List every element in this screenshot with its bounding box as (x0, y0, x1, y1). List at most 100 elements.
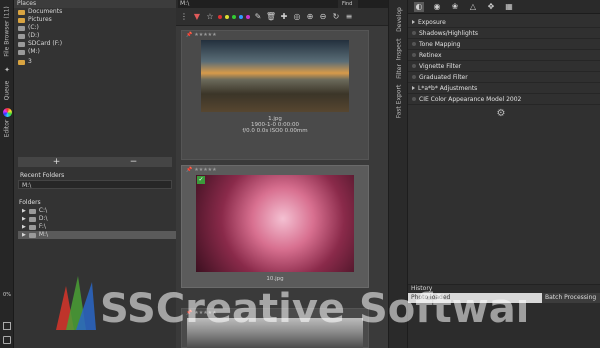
pin-icon: 📌 (186, 32, 193, 38)
pin-icon: 📌 (186, 310, 193, 316)
thumbnail-3[interactable]: 📌 ★★★★★ (181, 308, 369, 348)
place-drive-f[interactable]: SDCard (F:) (14, 40, 176, 48)
add-place-button[interactable]: + (18, 157, 95, 167)
color-label-yellow[interactable] (225, 14, 229, 19)
folder-icon (18, 17, 25, 23)
tool-graduated-filter[interactable]: Graduated Filter (408, 72, 600, 83)
color-label-red[interactable] (218, 14, 222, 19)
exif-filter-icon[interactable]: ◎ (292, 12, 302, 22)
folder-icon (18, 9, 25, 15)
transform-tab-icon[interactable]: ✥ (486, 2, 496, 12)
tab-develop[interactable]: Develop (392, 2, 406, 36)
color-tab-icon[interactable]: ❀ (450, 2, 460, 12)
power-icon[interactable] (412, 53, 416, 57)
detail-tab-icon[interactable]: ◉ (432, 2, 442, 12)
folder-tree-c[interactable]: ▶ C:\ (18, 207, 176, 215)
color-label-blue[interactable] (239, 14, 243, 19)
places-list: Documents Pictures (C:) (D:) SDCard (F:)… (14, 8, 176, 66)
folder-icon (18, 59, 25, 65)
tab-queue[interactable]: Queue (0, 76, 14, 104)
edited-filter-icon[interactable]: ✎ (253, 12, 263, 22)
filter-toggle-icon[interactable]: ⋮ (179, 12, 189, 22)
tool-lab-adjustments[interactable]: L*a*b* Adjustments (408, 83, 600, 94)
place-drive-d[interactable]: (D:) (14, 32, 176, 40)
progress-percent: 0% (3, 292, 11, 298)
options-gear-icon[interactable]: ⚙ (492, 108, 510, 122)
power-icon[interactable] (412, 97, 416, 101)
zoom-in-icon[interactable]: ⊕ (305, 12, 315, 22)
history-row[interactable]: Photo loaded (408, 293, 542, 303)
left-tab-strip: File Browser (11) ✦ Queue Editor 0% (0, 0, 14, 348)
color-label-green[interactable] (232, 14, 236, 19)
remove-place-button[interactable]: − (95, 157, 172, 167)
folder-tree-f[interactable]: ▶ F:\ (18, 223, 176, 231)
thumbnail-1[interactable]: 📌 ★★★★★ 1.jpg 1900-1-0 0:00:00 f/0.0 0.0s… (181, 30, 369, 160)
recent-folders-select[interactable]: M:\ (18, 180, 172, 189)
preferences-icon[interactable] (3, 322, 11, 330)
trash-icon[interactable]: 🗑 (266, 12, 276, 22)
folder-tree-m[interactable]: ▶ M:\ (18, 231, 176, 239)
browser-toolbar: ⋮ ▼ ☆ ✎ 🗑 ✚ ◎ ⊕ ⊖ ↻ ≡ (176, 8, 388, 26)
color-label-purple[interactable] (246, 14, 250, 19)
rotate-icon[interactable]: ↻ (331, 12, 341, 22)
tool-ciecam02[interactable]: CIE Color Appearance Model 2002 (408, 94, 600, 105)
zoom-out-icon[interactable]: ⊖ (318, 12, 328, 22)
fullscreen-icon[interactable] (3, 336, 11, 344)
tab-filter[interactable]: Filter (392, 62, 406, 80)
places-add-remove-bar: + − (18, 157, 172, 167)
recent-folders-section: Recent Folders M:\ (18, 172, 172, 189)
history-panel: History Photo loaded Batch Processing (408, 284, 600, 348)
power-icon[interactable] (412, 64, 416, 68)
find-input[interactable] (358, 0, 388, 8)
folders-header: Folders (19, 199, 41, 206)
thumbnail-2[interactable]: 📌 ★★★★★ ✓ 10.jpg (181, 165, 369, 288)
thumbnail-1-exif: f/0.0 0.0s ISO0 0.00mm (242, 128, 308, 134)
advanced-tab-icon[interactable]: △ (468, 2, 478, 12)
drive-icon (18, 49, 25, 55)
drive-icon (28, 216, 36, 222)
drive-icon (18, 41, 25, 47)
rating-stars[interactable]: 📌 ★★★★★ (182, 31, 368, 39)
tool-tabs: ◐ ◉ ❀ △ ✥ ▦ (408, 0, 600, 14)
tab-fast-export[interactable]: Fast Export (392, 82, 406, 120)
tool-tone-mapping[interactable]: Tone Mapping (408, 39, 600, 50)
thumbnail-2-filename: 10.jpg (266, 276, 284, 282)
editor-color-icon (3, 108, 12, 117)
raw-tab-icon[interactable]: ▦ (504, 2, 514, 12)
tool-exposure[interactable]: Exposure (408, 17, 600, 28)
power-icon[interactable] (412, 75, 416, 79)
file-browser: M:\ Find ⋮ ▼ ☆ ✎ 🗑 ✚ ◎ ⊕ ⊖ ↻ ≡ 📌 ★★★★★ 1.… (176, 0, 388, 348)
tool-vignette-filter[interactable]: Vignette Filter (408, 61, 600, 72)
menu-icon[interactable]: ≡ (344, 12, 354, 22)
star-filter-icon[interactable]: ☆ (205, 12, 215, 22)
tab-editor[interactable]: Editor (0, 118, 14, 138)
power-icon[interactable] (412, 42, 416, 46)
folders-tree: Folders ▶ C:\ ▶ D:\ ▶ F:\ ▶ M:\ (18, 199, 176, 239)
drive-icon (28, 232, 36, 238)
drive-icon (18, 25, 25, 31)
place-pictures[interactable]: Pictures (14, 16, 176, 24)
crosshair-icon[interactable]: ✚ (279, 12, 289, 22)
batch-processing-tab[interactable]: Batch Processing (542, 293, 600, 303)
exposure-tab-icon[interactable]: ◐ (414, 1, 424, 12)
pin-icon: 📌 (186, 167, 193, 173)
rating-stars[interactable]: 📌 ★★★★★ (182, 309, 368, 317)
recent-folders-header: Recent Folders (20, 172, 65, 179)
tool-retinex[interactable]: Retinex (408, 50, 600, 61)
tool-shadows-highlights[interactable]: Shadows/Highlights (408, 28, 600, 39)
drive-icon (28, 208, 36, 214)
tab-inspect[interactable]: Inspect (392, 36, 406, 62)
path-input[interactable]: M:\ (178, 0, 338, 8)
place-documents[interactable]: Documents (14, 8, 176, 16)
filter-icon[interactable]: ▼ (192, 12, 202, 22)
folder-tree-d[interactable]: ▶ D:\ (18, 215, 176, 223)
place-folder-3[interactable]: 3 (14, 58, 176, 66)
drive-icon (28, 224, 36, 230)
rating-stars[interactable]: 📌 ★★★★★ (182, 166, 368, 174)
find-label: Find (342, 1, 353, 7)
place-drive-m[interactable]: (M:) (14, 48, 176, 56)
power-icon[interactable] (412, 31, 416, 35)
path-bar: M:\ Find (176, 0, 388, 8)
tab-file-browser[interactable]: File Browser (11) (0, 2, 14, 60)
place-drive-c[interactable]: (C:) (14, 24, 176, 32)
